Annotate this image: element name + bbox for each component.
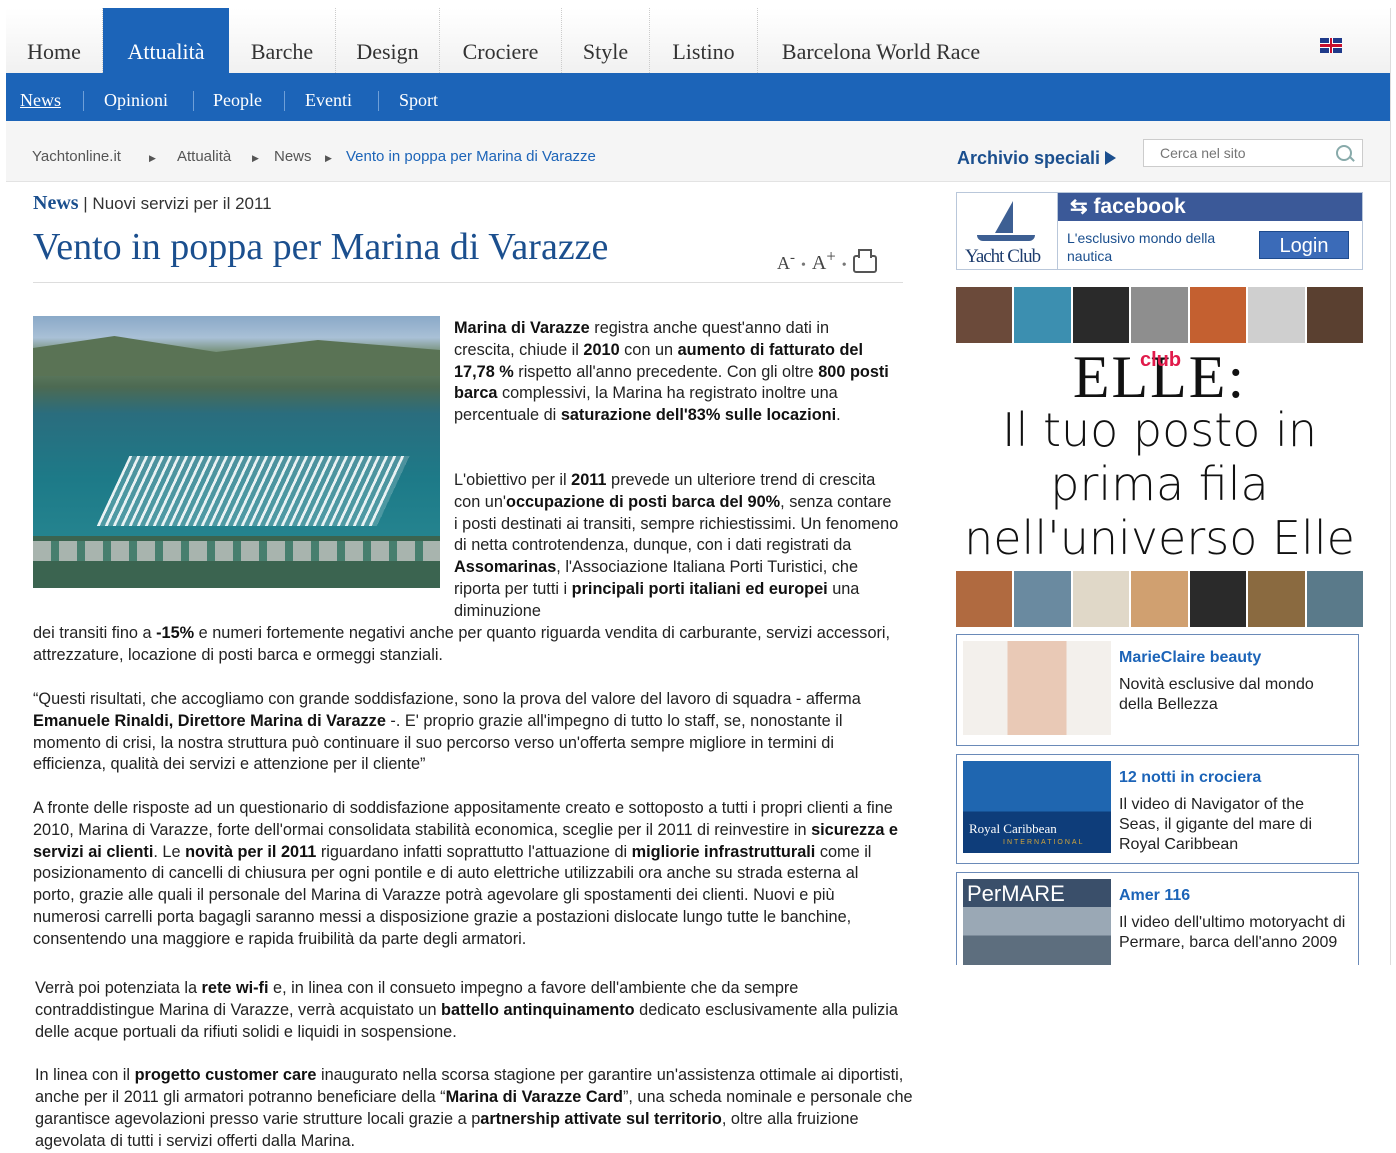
subnav-divider <box>193 91 194 111</box>
article-kicker: News | Nuovi servizi per il 2011 <box>33 192 272 214</box>
breadcrumb-arrow-icon: ▶ <box>325 153 332 163</box>
permare-logo-text: PerMARE <box>967 881 1065 906</box>
article-paragraph-6: In linea con il progetto customer care i… <box>35 1066 913 1150</box>
archivio-speciali-link[interactable]: Archivio speciali <box>957 148 1100 169</box>
promo-title[interactable]: MarieClaire beauty <box>1119 649 1261 667</box>
elle-club-label: club <box>1140 349 1182 371</box>
nav-home[interactable]: Home <box>6 8 103 73</box>
nav-barche[interactable]: Barche <box>229 8 336 73</box>
subnav-divider <box>83 91 84 111</box>
text-smaller-button[interactable]: A- <box>777 249 795 273</box>
breadcrumb-current: Vento in poppa per Marina di Varazze <box>346 148 596 165</box>
main-nav: Home Attualità Barche Design Crociere St… <box>6 8 1390 74</box>
breadcrumb-news[interactable]: News <box>274 148 312 165</box>
subnav-eventi[interactable]: Eventi <box>305 73 352 121</box>
subnav-news[interactable]: News <box>20 73 61 121</box>
promo-card-crociera[interactable]: Royal Caribbean INTERNATIONAL 12 notti i… <box>956 754 1359 864</box>
browser-page: Home Attualità Barche Design Crociere St… <box>6 8 1391 965</box>
promo-card-marieclaire[interactable]: MarieClaire beauty Novità esclusive dal … <box>956 634 1359 746</box>
yacht-club-logo-text: Yacht Club <box>965 246 1041 267</box>
nav-attualita[interactable]: Attualità <box>103 8 229 73</box>
promo-description: Il video di Navigator of the Seas, il gi… <box>1119 796 1312 853</box>
ad-slogan-line: nell'universo Elle <box>964 511 1355 565</box>
breadcrumb-arrow-icon: ▶ <box>149 153 156 163</box>
facebook-connect-box: Yacht Club ⇆ facebook L'esclusivo mondo … <box>956 192 1363 270</box>
nav-crociere[interactable]: Crociere <box>440 8 562 73</box>
sub-nav: News Opinioni People Eventi Sport <box>6 73 1390 121</box>
arrow-right-icon[interactable] <box>1105 151 1116 165</box>
subnav-people[interactable]: People <box>213 73 262 121</box>
elle-club-banner[interactable]: ELLE: club Il tuo posto in prima fila ne… <box>956 287 1363 627</box>
promo-card-amer[interactable]: PerMARE Amer 116 Il video dell'ultimo mo… <box>956 872 1359 965</box>
ad-slogan-line: Il tuo posto in <box>1002 403 1317 457</box>
marieclaire-thumbnail <box>963 641 1111 735</box>
search-input[interactable] <box>1143 139 1363 167</box>
text-larger-label: A <box>811 251 827 274</box>
promo-title[interactable]: 12 notti in crociera <box>1119 769 1261 787</box>
yacht-club-logo[interactable]: Yacht Club <box>957 193 1058 269</box>
breadcrumb-home[interactable]: Yachtonline.it <box>32 148 121 165</box>
title-divider <box>33 282 903 283</box>
promo-title[interactable]: Amer 116 <box>1119 887 1190 905</box>
text-smaller-sup: - <box>790 249 795 266</box>
ad-slogan-line: prima fila <box>1050 457 1269 511</box>
nav-style[interactable]: Style <box>562 8 650 73</box>
royal-caribbean-logo-sub: INTERNATIONAL <box>1003 839 1085 846</box>
text-larger-sup: + <box>826 246 836 265</box>
subnav-sport[interactable]: Sport <box>399 73 438 121</box>
article-paragraph-2a: L'obiettivo per il 2011 prevede un ulter… <box>454 471 899 620</box>
article-tools: A- • A+• <box>777 246 877 275</box>
nav-design[interactable]: Design <box>336 8 440 73</box>
breadcrumb: Yachtonline.it ▶ Attualità ▶ News ▶ Vent… <box>6 121 1390 182</box>
ad-slogan: Il tuo posto in prima fila nell'universo… <box>956 403 1363 565</box>
subnav-opinioni[interactable]: Opinioni <box>104 73 168 121</box>
promo-description: Novità esclusive dal mondo della Bellezz… <box>1119 676 1314 713</box>
article-paragraph-2b: dei transiti fino a -15% e numeri fortem… <box>33 624 891 664</box>
article-paragraph-5: Verrà poi potenziata la rete wi-fi e, in… <box>35 979 898 1041</box>
breadcrumb-attualita[interactable]: Attualità <box>177 148 231 165</box>
permare-thumbnail: PerMARE <box>963 879 1111 965</box>
facebook-login-button[interactable]: Login <box>1259 231 1349 259</box>
promo-description: Il video dell'ultimo motoryacht di Perma… <box>1119 914 1346 951</box>
royal-caribbean-thumbnail: Royal Caribbean INTERNATIONAL <box>963 761 1111 853</box>
section-label[interactable]: News <box>33 192 79 214</box>
facebook-logo-icon: ⇆ <box>1070 195 1094 218</box>
article-paragraph-4: A fronte delle risposte ad un questionar… <box>33 799 898 948</box>
elle-logo-colon: : <box>1227 344 1247 410</box>
article-continuation: Verrà poi potenziata la rete wi-fi e, in… <box>35 978 915 1153</box>
ad-photo-strip-bottom <box>956 571 1363 627</box>
marina-photo <box>33 316 440 588</box>
subnav-divider <box>378 91 379 111</box>
nav-barcelona-world-race[interactable]: Barcelona World Race <box>758 8 1004 73</box>
royal-caribbean-logo-text: Royal Caribbean <box>969 821 1057 836</box>
search-icon[interactable] <box>1336 145 1352 161</box>
page-title: Vento in poppa per Marina di Varazze <box>33 226 609 268</box>
article-paragraph-3: “Questi risultati, che accogliamo con gr… <box>33 690 861 774</box>
article-subtitle: Nuovi servizi per il 2011 <box>92 194 272 213</box>
text-smaller-label: A <box>777 252 790 273</box>
nav-listino[interactable]: Listino <box>650 8 758 73</box>
facebook-description: L'esclusivo mondo della nautica <box>1067 230 1216 264</box>
facebook-brand: facebook <box>1093 195 1186 218</box>
breadcrumb-arrow-icon: ▶ <box>252 153 259 163</box>
sailboat-icon <box>995 201 1013 233</box>
subnav-divider <box>284 91 285 111</box>
text-larger-button[interactable]: A+ <box>811 246 836 274</box>
article-paragraph-1: Marina di Varazze registra anche quest'a… <box>454 319 889 425</box>
uk-flag-icon[interactable] <box>1320 38 1342 53</box>
ad-photo-strip-top <box>956 287 1363 343</box>
facebook-header: ⇆ facebook <box>1058 193 1362 221</box>
printer-icon[interactable] <box>852 249 877 274</box>
